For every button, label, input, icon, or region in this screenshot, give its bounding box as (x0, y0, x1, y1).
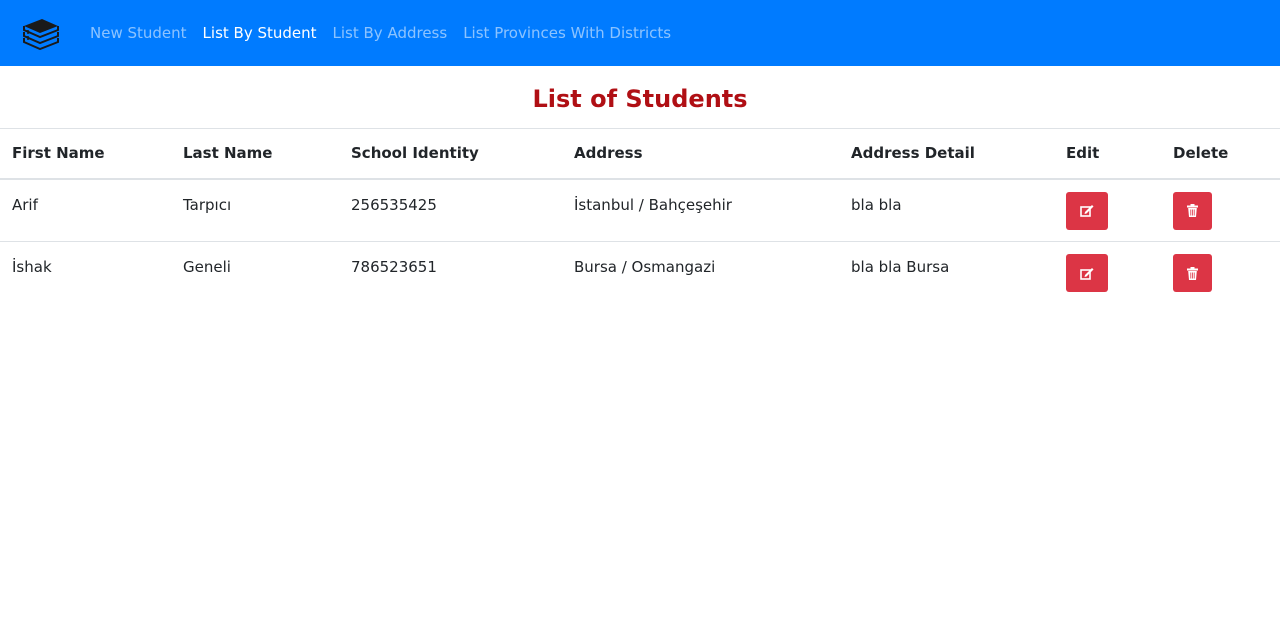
cell-school-identity: 786523651 (351, 258, 437, 276)
delete-button[interactable] (1173, 254, 1212, 292)
cell-last-name: Tarpıcı (171, 178, 339, 242)
cell-address-detail: bla bla (839, 178, 1054, 242)
nav-links: New Student List By Student List By Addr… (90, 24, 687, 42)
cell-school-identity: 256535425 (339, 178, 562, 242)
trash-icon (1187, 266, 1198, 280)
cell-first-name: Arif (0, 178, 171, 242)
cell-first-name: İshak (12, 258, 52, 276)
delete-button[interactable] (1173, 191, 1212, 230)
cell-address: Bursa / Osmangazi (574, 258, 716, 276)
column-header-address: Address (562, 128, 839, 180)
cell-last-name: Geneli (183, 258, 231, 276)
table-row: İshak Geneli 786523651 Bursa / Osmangazi… (0, 242, 1280, 305)
page-title: List of Students (532, 85, 748, 113)
column-header-last-name: Last Name (171, 128, 339, 180)
cell-address: İstanbul / Bahçeşehir (562, 178, 839, 242)
nav-link-list-by-address[interactable]: List By Address (333, 24, 448, 42)
cell-edit (1054, 242, 1161, 305)
cell-delete (1161, 242, 1280, 305)
table-row: Arif Tarpıcı 256535425 İstanbul / Bahçeş… (0, 178, 1280, 242)
nav-link-list-provinces-with-districts[interactable]: List Provinces With Districts (463, 24, 671, 42)
cell-address-detail: bla bla Bursa (851, 258, 950, 276)
nav-link-new-student[interactable]: New Student (90, 24, 187, 42)
column-header-delete: Delete (1161, 128, 1280, 180)
navbar: New Student List By Student List By Addr… (0, 0, 1280, 66)
edit-icon (1080, 205, 1094, 217)
books-stack-icon[interactable] (20, 16, 62, 50)
edit-button[interactable] (1066, 191, 1108, 230)
trash-icon (1187, 204, 1198, 217)
column-header-school-identity: School Identity (339, 128, 562, 180)
edit-icon (1080, 267, 1094, 280)
students-table: First Name Last Name School Identity Add… (0, 128, 1280, 305)
table-header-row: First Name Last Name School Identity Add… (0, 128, 1280, 180)
column-header-address-detail: Address Detail (839, 128, 1054, 180)
column-header-first-name: First Name (0, 128, 171, 180)
cell-delete (1161, 178, 1280, 242)
nav-link-list-by-student[interactable]: List By Student (203, 24, 317, 42)
column-header-edit: Edit (1054, 128, 1161, 180)
edit-button[interactable] (1066, 254, 1108, 292)
cell-edit (1054, 178, 1161, 242)
